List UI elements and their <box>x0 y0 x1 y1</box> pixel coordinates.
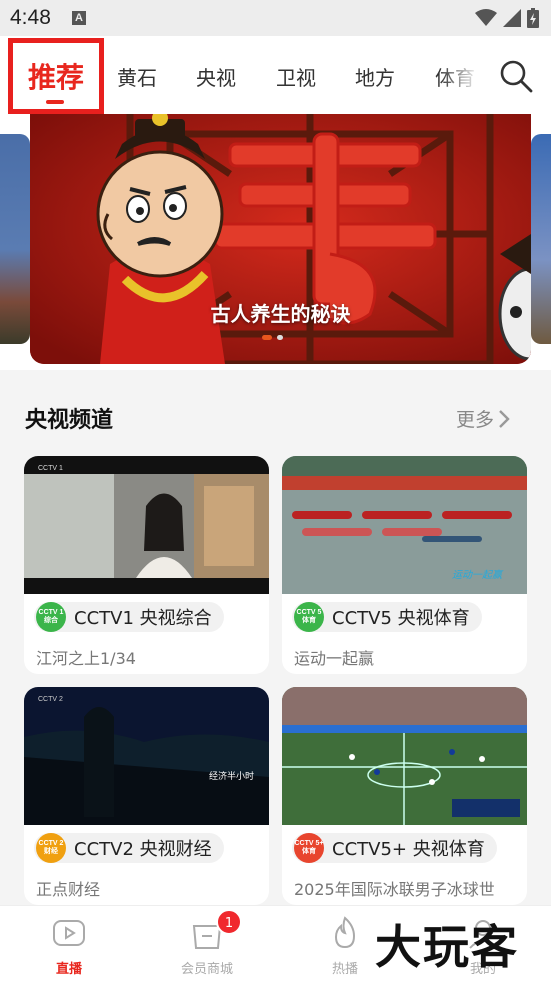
more-label: 更多 <box>456 409 495 431</box>
search-icon[interactable] <box>498 58 534 94</box>
active-tab-indicator <box>46 100 64 104</box>
program-name: 运动一起赢 <box>294 649 375 668</box>
next-banner-peek[interactable] <box>531 134 551 344</box>
program-name: 江河之上1/34 <box>36 649 136 668</box>
program-name: 2025年国际冰联男子冰球世 <box>294 880 495 899</box>
battery-icon <box>527 8 539 28</box>
system-icons <box>475 8 539 28</box>
notification-badge: 1 <box>216 909 242 935</box>
svg-text:CCTV 1: CCTV 1 <box>38 465 63 472</box>
tab-huangshi[interactable]: 黄石 <box>117 62 157 91</box>
channel-chip: CCTV 5+ 体育 CCTV5+ 央视体育 <box>292 833 497 863</box>
channel-chip: CCTV 1 综合 CCTV1 央视综合 <box>34 602 224 632</box>
top-tab-bar: 推荐 黄石 央视 卫视 地方 体育 <box>0 36 551 114</box>
tab-cctv[interactable]: 央视 <box>196 62 236 91</box>
channel-thumbnail: 经济半小时 CCTV 2 <box>24 687 269 825</box>
channel-thumbnail: 运动一起赢 <box>282 456 527 594</box>
channel-name: CCTV5+ 央视体育 <box>332 839 485 860</box>
bottom-nav-live[interactable]: 直播 <box>14 906 124 981</box>
banner-caption: 古人养生的秘诀 <box>210 302 351 326</box>
channel-name: CCTV5 央视体育 <box>332 608 470 629</box>
banner-slide[interactable]: 古人养生的秘诀 <box>30 114 531 364</box>
cctv-logo-icon: CCTV 1 综合 <box>36 602 66 632</box>
bottom-nav-label: 直播 <box>55 962 82 977</box>
carousel-indicator <box>262 335 283 340</box>
wifi-icon <box>475 9 497 26</box>
banner-carousel[interactable]: 古人养生的秘诀 <box>0 114 551 370</box>
svg-text:运动一起赢: 运动一起赢 <box>452 569 504 581</box>
channel-name: CCTV2 央视财经 <box>74 839 212 860</box>
channel-card-cctv1[interactable]: CCTV 1 CCTV 1 综合 CCTV1 央视综合 江河之上1/34 <box>24 456 269 674</box>
signal-icon <box>503 9 521 27</box>
tab-recommend-label: 推荐 <box>27 61 84 94</box>
svg-text:经济半小时: 经济半小时 <box>209 770 254 781</box>
play-tv-icon <box>53 920 85 946</box>
cctv-logo-icon: CCTV 5 体育 <box>294 602 324 632</box>
watermark: 大玩客 <box>375 920 519 974</box>
status-bar: 4:48 A <box>0 0 551 36</box>
notification-icon: A <box>72 11 86 25</box>
prev-banner-peek[interactable] <box>0 134 30 344</box>
channel-name: CCTV1 央视综合 <box>74 608 212 629</box>
channel-card-cctv5[interactable]: 运动一起赢 CCTV 5 体育 CCTV5 央视体育 运动一起赢 <box>282 456 527 674</box>
channel-chip: CCTV 5 体育 CCTV5 央视体育 <box>292 602 482 632</box>
cctv-logo-icon: CCTV 2 财经 <box>36 833 66 863</box>
bottom-nav-mall[interactable]: 1 会员商城 <box>152 906 262 981</box>
channel-chip: CCTV 2 财经 CCTV2 央视财经 <box>34 833 224 863</box>
bottom-nav-label: 会员商城 <box>180 962 233 977</box>
flame-icon <box>334 916 356 949</box>
channel-thumbnail: CCTV 1 <box>24 456 269 594</box>
status-time: 4:48 <box>10 6 51 29</box>
tab-recommend[interactable]: 推荐 <box>8 38 104 114</box>
carousel-dot-active <box>262 335 272 340</box>
carousel-dot <box>277 335 283 340</box>
section-title: 央视频道 <box>25 408 114 433</box>
chevron-right-icon <box>499 409 510 428</box>
more-link[interactable]: 更多 <box>456 405 510 432</box>
tab-local[interactable]: 地方 <box>355 62 395 91</box>
svg-text:CCTV 2: CCTV 2 <box>38 696 63 703</box>
channel-thumbnail <box>282 687 527 825</box>
program-name: 正点财经 <box>36 880 101 899</box>
cctv-logo-icon: CCTV 5+ 体育 <box>294 833 324 863</box>
tab-satellite[interactable]: 卫视 <box>276 62 316 91</box>
channel-card-cctv5plus[interactable]: CCTV 5+ 体育 CCTV5+ 央视体育 2025年国际冰联男子冰球世 <box>282 687 527 905</box>
channel-card-cctv2[interactable]: 经济半小时 CCTV 2 CCTV 2 财经 CCTV2 央视财经 正点财经 <box>24 687 269 905</box>
